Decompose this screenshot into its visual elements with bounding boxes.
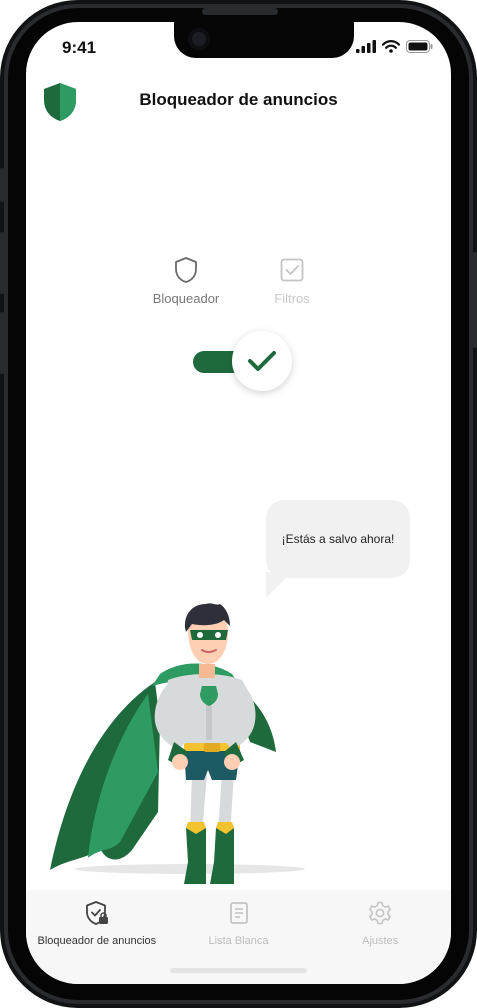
phone-frame: 9:41 Bloqueador de anuncios Bloqueador F… <box>0 0 477 1008</box>
tab-label: Lista Blanca <box>208 935 269 947</box>
mode-label: Filtros <box>274 291 310 306</box>
power-button <box>473 252 477 348</box>
bubble-text: ¡Estás a salvo ahora! <box>281 532 395 546</box>
gear-icon <box>369 901 392 925</box>
page-title: Bloqueador de anuncios <box>139 90 338 109</box>
battery-icon <box>406 40 433 53</box>
notch <box>174 22 354 58</box>
speech-bubble: ¡Estás a salvo ahora! <box>266 500 410 578</box>
status-icons <box>356 40 433 53</box>
earpiece-speaker <box>202 8 278 15</box>
shield-lock-icon <box>85 901 108 925</box>
volume-up-button <box>0 232 4 294</box>
bubble-tail <box>266 572 292 598</box>
tab-ajustes[interactable]: Ajustes <box>309 890 451 984</box>
superhero-illustration <box>50 603 305 884</box>
front-camera <box>188 28 210 50</box>
status-time: 9:41 <box>62 38 97 57</box>
wifi-icon <box>382 40 400 53</box>
tab-label: Ajustes <box>362 935 399 947</box>
checkbox-icon <box>280 258 304 282</box>
document-list-icon <box>229 902 248 924</box>
blocker-toggle-knob[interactable] <box>232 331 292 391</box>
mute-switch <box>0 168 4 202</box>
checkmark-icon <box>248 351 276 371</box>
mode-filtros[interactable]: Filtros <box>244 256 340 306</box>
tab-label: Bloqueador de anuncios <box>37 935 157 947</box>
mode-label: Bloqueador <box>152 291 220 306</box>
app-screen: 9:41 Bloqueador de anuncios Bloqueador F… <box>26 22 451 984</box>
volume-down-button <box>0 312 4 374</box>
shield-outline-icon <box>175 257 197 283</box>
mode-bloqueador[interactable]: Bloqueador <box>138 256 234 306</box>
home-indicator[interactable] <box>170 968 307 973</box>
signal-icon <box>356 40 376 53</box>
tab-bloqueador[interactable]: Bloqueador de anuncios <box>26 890 168 984</box>
